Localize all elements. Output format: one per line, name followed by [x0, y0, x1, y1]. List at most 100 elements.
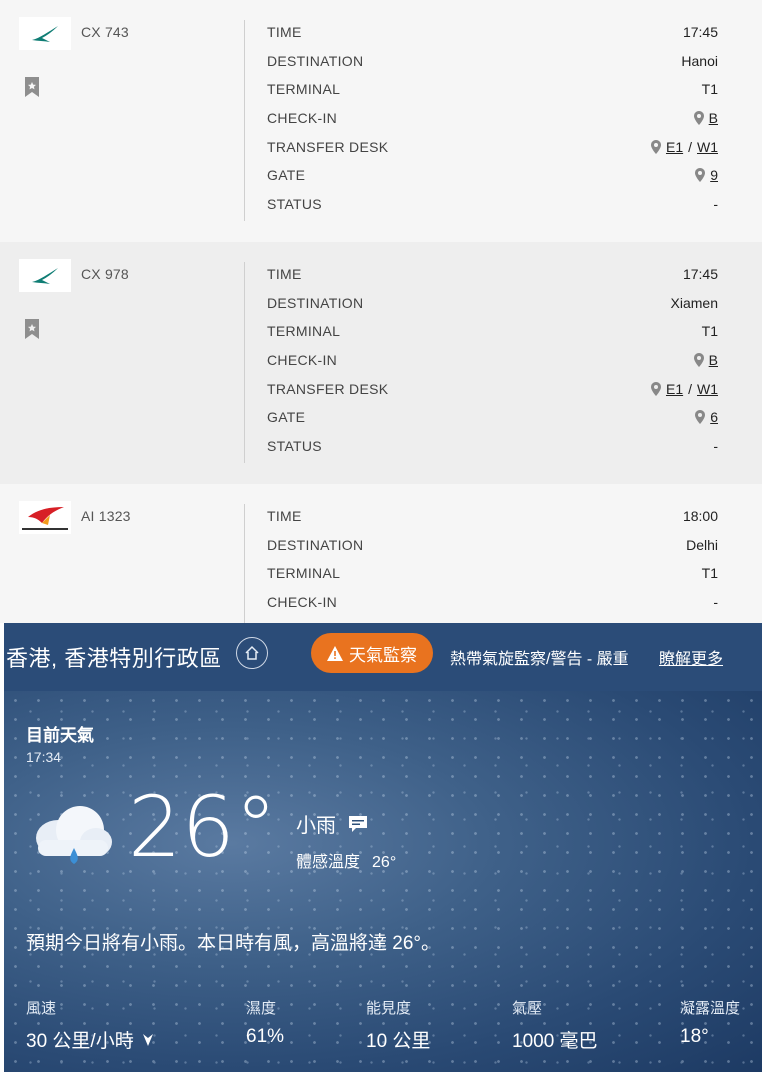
detail-label: GATE — [267, 409, 306, 426]
comment-icon[interactable] — [348, 815, 368, 833]
weather-widget: 香港, 香港特別行政區 天氣監察 熱帶氣旋監察/警告 - 嚴重 瞭解更多 目前天… — [4, 623, 762, 1072]
detail-label: TERMINAL — [267, 81, 341, 98]
feels-value: 26° — [372, 854, 397, 871]
home-button[interactable] — [236, 637, 268, 669]
alert-description: 熱帶氣旋監察/警告 - 嚴重 — [450, 651, 629, 668]
learn-more-link[interactable]: 瞭解更多 — [659, 645, 723, 669]
check-in-link[interactable]: B — [709, 352, 718, 368]
weather-body: 目前天氣 17:34 26° 小雨 體感溫度 26° 預期今日將有小雨。本日時有風… — [4, 691, 762, 1072]
detail-label: DESTINATION — [267, 536, 364, 553]
detail-label: TERMINAL — [267, 323, 341, 340]
bookmark-icon[interactable] — [24, 76, 40, 98]
wind-speed-value: 30 公里/小時 — [26, 1031, 134, 1052]
detail-row-check-in: CHECK-IN B — [267, 352, 718, 381]
stat-pressure: 氣壓 1000 毫巴 — [512, 997, 598, 1053]
detail-row-status: STATUS - — [267, 196, 718, 225]
flight-card: CX 978 TIME 17:45 DESTINATION Xiamen TER… — [0, 242, 762, 484]
stat-wind: 風速 30 公里/小時 — [26, 997, 154, 1053]
current-time: 17:34 — [26, 749, 62, 765]
flight-number: CX 978 — [81, 266, 129, 282]
location-pin-icon — [695, 410, 706, 425]
detail-row-destination: DESTINATION Xiamen — [267, 295, 718, 324]
flight-card: AI 1323 TIME 18:00 DESTINATION Delhi TER… — [0, 484, 762, 623]
forecast-summary: 預期今日將有小雨。本日時有風，高溫將達 26°。 — [26, 933, 441, 954]
detail-row-check-in: CHECK-IN - — [267, 594, 718, 623]
transfer-desk-link[interactable]: E1 — [666, 139, 683, 155]
home-icon — [245, 645, 259, 660]
detail-row-destination: DESTINATION Delhi — [267, 537, 718, 566]
weather-stats: 風速 30 公里/小時 濕度 61% 能見度 10 公里 氣壓 1000 毫巴 — [26, 997, 746, 1057]
detail-row-time: TIME 17:45 — [267, 266, 718, 295]
flight-details: TIME 18:00 DESTINATION Delhi TERMINAL T1… — [267, 508, 718, 623]
detail-label: TIME — [267, 266, 302, 282]
flight-details: TIME 17:45 DESTINATION Xiamen TERMINAL T… — [267, 266, 718, 467]
detail-row-time: TIME 17:45 — [267, 24, 718, 53]
transfer-desk-link[interactable]: E1 — [666, 381, 683, 397]
alert-label: 天氣監察 — [349, 645, 417, 665]
detail-label: DESTINATION — [267, 52, 364, 69]
transfer-desk-link[interactable]: W1 — [697, 381, 718, 397]
separator: / — [688, 138, 692, 155]
location-pin-icon — [650, 381, 661, 396]
flight-details: TIME 17:45 DESTINATION Hanoi TERMINAL T1… — [267, 24, 718, 225]
detail-row-terminal: TERMINAL T1 — [267, 323, 718, 352]
stat-value: 61% — [246, 1026, 285, 1047]
detail-value: 9 — [695, 167, 718, 183]
detail-row-destination: DESTINATION Hanoi — [267, 53, 718, 82]
detail-value: E1 / W1 — [650, 380, 718, 397]
detail-label: TRANSFER DESK — [267, 380, 389, 397]
detail-label: TIME — [267, 508, 302, 524]
cathay-pacific-logo — [32, 25, 58, 42]
detail-label: TIME — [267, 24, 302, 40]
detail-row-check-in: CHECK-IN B — [267, 110, 718, 139]
detail-value: Hanoi — [681, 52, 718, 69]
detail-label: CHECK-IN — [267, 352, 338, 369]
detail-label: CHECK-IN — [267, 110, 338, 127]
detail-label: TRANSFER DESK — [267, 138, 389, 155]
detail-label: DESTINATION — [267, 294, 364, 311]
detail-value: 17:45 — [682, 24, 718, 40]
detail-row-terminal: TERMINAL T1 — [267, 565, 718, 594]
gate-link[interactable]: 9 — [710, 167, 718, 183]
detail-value: T1 — [701, 565, 718, 582]
detail-row-terminal: TERMINAL T1 — [267, 81, 718, 110]
stat-visibility: 能見度 10 公里 — [366, 997, 430, 1053]
stat-value: 30 公里/小時 — [26, 1026, 154, 1053]
separator: / — [688, 380, 692, 397]
transfer-desk-link[interactable]: W1 — [697, 139, 718, 155]
stat-humidity: 濕度 61% — [246, 997, 284, 1048]
detail-label: STATUS — [267, 438, 322, 455]
condition: 小雨 — [296, 809, 368, 838]
divider — [244, 262, 245, 463]
detail-row-time: TIME 18:00 — [267, 508, 718, 537]
feels-like: 體感溫度 26° — [296, 848, 396, 872]
check-in-link[interactable]: B — [709, 110, 718, 126]
stat-label: 氣壓 — [512, 1000, 543, 1017]
air-india-logo — [22, 506, 68, 530]
location-pin-icon — [650, 139, 661, 154]
stat-value: 18° — [680, 1026, 709, 1047]
location-pin-icon — [693, 111, 704, 126]
detail-value: E1 / W1 — [650, 138, 718, 155]
detail-value: - — [713, 438, 718, 455]
stat-label: 風速 — [26, 1000, 57, 1017]
detail-value: - — [713, 594, 718, 611]
location-pin-icon — [693, 353, 704, 368]
detail-label: TERMINAL — [267, 565, 341, 582]
detail-value: 6 — [695, 409, 718, 425]
weather-header: 香港, 香港特別行政區 天氣監察 熱帶氣旋監察/警告 - 嚴重 瞭解更多 — [4, 623, 762, 691]
warning-icon — [327, 645, 343, 661]
airline-logo — [19, 17, 71, 50]
stat-dew-point: 凝露溫度 18° — [680, 997, 740, 1048]
condition-text: 小雨 — [296, 815, 336, 837]
gate-link[interactable]: 6 — [710, 409, 718, 425]
current-weather-title: 目前天氣 — [26, 726, 94, 745]
cathay-pacific-logo — [32, 267, 58, 284]
detail-label: GATE — [267, 167, 306, 184]
wind-direction-icon — [142, 1033, 153, 1046]
flight-card: CX 743 TIME 17:45 DESTINATION Hanoi TERM… — [0, 0, 762, 242]
light-rain-icon — [36, 806, 112, 864]
weather-alert-button[interactable]: 天氣監察 — [311, 633, 433, 673]
stat-label: 凝露溫度 — [680, 1000, 741, 1017]
bookmark-icon[interactable] — [24, 318, 40, 340]
